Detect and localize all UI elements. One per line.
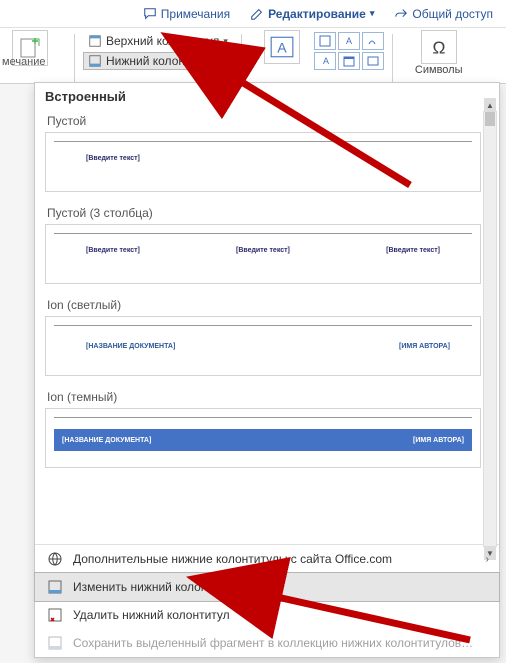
svg-text:Ω: Ω: [432, 38, 445, 58]
placeholder-text: [Введите текст]: [236, 247, 290, 254]
scroll-thumb[interactable]: [485, 112, 495, 126]
symbols-group: Ω Символы: [415, 30, 463, 76]
dark-band: [НАЗВАНИЕ ДОКУМЕНТА] [ИМЯ АВТОРА]: [54, 429, 472, 451]
chevron-down-icon: ▾: [220, 56, 225, 67]
title-buttons-row: Примечания Редактирование ▾ Общий доступ: [0, 0, 506, 28]
edit-footer-item[interactable]: Изменить нижний колонтитул: [34, 572, 500, 602]
editing-mode-button[interactable]: Редактирование ▾: [243, 4, 381, 24]
preset-three-cols[interactable]: [Введите текст] [Введите текст] [Введите…: [45, 224, 481, 284]
placeholder-text: [Введите текст]: [86, 247, 140, 254]
preset-title: Пустой (3 столбца): [47, 206, 481, 220]
preset-empty[interactable]: [Введите текст]: [45, 132, 481, 192]
grid-cell-5[interactable]: [338, 52, 360, 70]
ribbon-divider: [74, 34, 75, 82]
gallery-section-title: Встроенный: [35, 83, 499, 108]
textbox-group: A: [264, 30, 300, 64]
placeholder-text: [Введите текст]: [386, 247, 440, 254]
comments-label: Примечания: [161, 7, 230, 21]
divider-line: [54, 417, 472, 418]
svg-text:A: A: [346, 36, 352, 46]
page-footer-icon: [88, 54, 102, 68]
chevron-down-icon: ▾: [370, 8, 375, 19]
footer-label: Нижний колонтитул: [106, 54, 216, 68]
preset-ion-dark[interactable]: [НАЗВАНИЕ ДОКУМЕНТА] [ИМЯ АВТОРА]: [45, 408, 481, 468]
grid-cell-3[interactable]: [362, 32, 384, 50]
ribbon-divider: [241, 34, 242, 82]
gallery-scrollbar[interactable]: ▲ ▼: [483, 111, 497, 547]
ribbon-group-label: мечание: [2, 56, 46, 68]
ribbon-divider: [392, 34, 393, 82]
menu-label: Удалить нижний колонтитул: [73, 608, 230, 622]
gallery-scroll-area: Пустой [Введите текст] Пустой (3 столбца…: [35, 108, 499, 544]
scroll-up-button[interactable]: ▲: [484, 98, 496, 112]
grid-cell-6[interactable]: [362, 52, 384, 70]
gallery-footer-menu: Дополнительные нижние колонтитулы с сайт…: [35, 544, 499, 657]
omega-icon: Ω: [426, 34, 452, 60]
date-icon: [343, 55, 355, 67]
chevron-right-icon: ›: [486, 554, 489, 565]
object-icon: [367, 55, 379, 67]
speech-bubble-icon: [143, 7, 157, 21]
placeholder-text: [ИМЯ АВТОРА]: [413, 437, 464, 444]
svg-text:A: A: [277, 39, 287, 55]
preset-title: Ion (темный): [47, 390, 481, 404]
header-label: Верхний колонтитул: [106, 34, 219, 48]
textbox-a-icon: A: [269, 34, 295, 60]
ribbon-row: Верхний колонтитул ▾ Нижний колонтитул ▾…: [0, 28, 506, 84]
editing-label: Редактирование: [268, 7, 366, 21]
share-button[interactable]: Общий доступ: [387, 4, 500, 24]
header-footer-group: Верхний колонтитул ▾ Нижний колонтитул ▾: [83, 32, 233, 70]
save-to-gallery-item: Сохранить выделенный фрагмент в коллекци…: [35, 629, 499, 657]
placeholder-text: [НАЗВАНИЕ ДОКУМЕНТА]: [62, 437, 151, 444]
share-label: Общий доступ: [412, 7, 493, 21]
menu-label: Дополнительные нижние колонтитулы с сайт…: [73, 552, 392, 566]
grid-cell-4[interactable]: A: [314, 52, 336, 70]
more-from-office-item[interactable]: Дополнительные нижние колонтитулы с сайт…: [35, 545, 499, 573]
comments-button[interactable]: Примечания: [136, 4, 237, 24]
grid-cell-1[interactable]: [314, 32, 336, 50]
divider-line: [54, 141, 472, 142]
placeholder-text: [НАЗВАНИЕ ДОКУМЕНТА]: [86, 343, 175, 350]
divider-line: [54, 233, 472, 234]
preset-title: Ion (светлый): [47, 298, 481, 312]
svg-text:A: A: [323, 56, 329, 66]
divider-line: [54, 325, 472, 326]
globe-icon: [47, 551, 63, 567]
symbols-button[interactable]: Ω: [421, 30, 457, 64]
textbox-button[interactable]: A: [264, 30, 300, 64]
preset-ion-light[interactable]: [НАЗВАНИЕ ДОКУМЕНТА] [ИМЯ АВТОРА]: [45, 316, 481, 376]
page-save-icon: [47, 635, 63, 651]
grid-cell-2[interactable]: A: [338, 32, 360, 50]
page-footer-icon: [47, 579, 63, 595]
menu-label: Сохранить выделенный фрагмент в коллекци…: [73, 636, 473, 650]
page-x-icon: [47, 607, 63, 623]
page-header-icon: [88, 34, 102, 48]
remove-footer-item[interactable]: Удалить нижний колонтитул: [35, 601, 499, 629]
signature-icon: [367, 35, 379, 47]
preset-title: Пустой: [47, 114, 481, 128]
quickparts-icon: [319, 35, 331, 47]
pencil-icon: [250, 7, 264, 21]
placeholder-text: [Введите текст]: [86, 155, 140, 162]
header-dropdown-button[interactable]: Верхний колонтитул ▾: [83, 32, 233, 50]
chevron-down-icon: ▾: [223, 36, 228, 47]
placeholder-text: [ИМЯ АВТОРА]: [399, 343, 450, 350]
dropcap-icon: A: [319, 55, 331, 67]
footer-gallery-panel: Встроенный Пустой [Введите текст] Пустой…: [34, 82, 500, 658]
menu-label: Изменить нижний колонтитул: [73, 580, 238, 594]
symbols-label: Символы: [415, 64, 463, 76]
wordart-icon: A: [343, 35, 355, 47]
share-icon: [394, 7, 408, 21]
footer-dropdown-button[interactable]: Нижний колонтитул ▾: [83, 52, 233, 70]
